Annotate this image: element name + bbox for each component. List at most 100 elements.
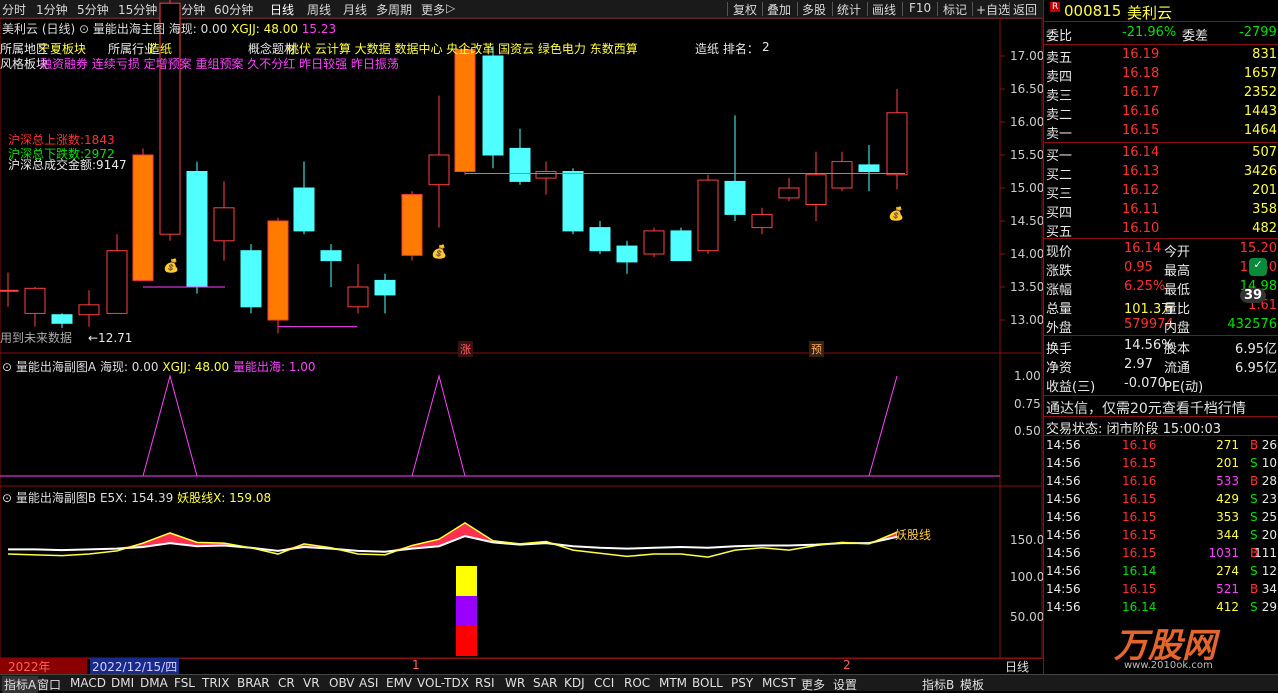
total-amount: 沪深总成交金额:9147 [8, 158, 127, 172]
y-tick: 15.00 [1010, 181, 1045, 195]
signal-peak [868, 375, 898, 477]
candle-body [724, 180, 746, 215]
y-tick: 50.00 [1010, 610, 1045, 624]
tick-price: 16.15 [1122, 510, 1157, 524]
indicator-tab[interactable]: WR [505, 676, 525, 690]
indicator-tab[interactable]: OBV [329, 676, 355, 690]
quote-value: 15.20 [1239, 241, 1277, 256]
shield-icon[interactable]: ✓ [1249, 258, 1267, 276]
ask-volume: 2352 [1243, 85, 1277, 100]
quote-value: 432576 [1227, 317, 1277, 332]
tick-count: 12 [1261, 564, 1277, 578]
candle-body [51, 314, 73, 324]
indicator-tab[interactable]: CCI [594, 676, 614, 690]
candle-body [454, 48, 476, 172]
tick-time: 14:56 [1046, 510, 1081, 524]
quote-label: 总量 [1046, 302, 1073, 317]
indicator-tab[interactable]: 指标B [922, 676, 954, 693]
candle-body [616, 245, 638, 263]
indicator-tab[interactable]: CR [278, 676, 295, 690]
candle-body [670, 230, 692, 262]
tick-volume: 353 [1216, 510, 1239, 524]
tick-time: 14:56 [1046, 438, 1081, 452]
quote-value: -0.070 [1124, 376, 1166, 391]
quote-value: 6.95亿 [1235, 361, 1277, 376]
chart-frame [0, 17, 1043, 659]
indicator-tab[interactable]: ROC [624, 676, 650, 690]
main-xgjj: XGJJ: 48.00 [231, 22, 298, 36]
quote-label: 换手 [1046, 342, 1073, 357]
ad-banner[interactable]: 通达信，仅需20元查看千档行情 [1046, 398, 1246, 418]
collapse-icon[interactable]: ⊙ [2, 360, 12, 374]
ask-price: 16.15 [1122, 123, 1160, 138]
tick-time: 14:56 [1046, 474, 1081, 488]
bid-price: 16.13 [1122, 164, 1160, 179]
indicator-tab[interactable]: BOLL [692, 676, 723, 690]
indicator-tab[interactable]: DMA [140, 676, 168, 690]
y-tick: 14.50 [1010, 214, 1045, 228]
indicator-tab[interactable]: 模板 [960, 676, 984, 693]
indicator-tab[interactable]: PSY [731, 676, 753, 690]
tick-volume: 274 [1216, 564, 1239, 578]
main-indicator-name[interactable]: 量能出海主图 [93, 22, 165, 36]
bid-label: 买三 [1046, 187, 1073, 202]
ask-price: 16.17 [1122, 85, 1160, 100]
indicator-tab[interactable]: MCST [762, 676, 796, 690]
indicator-tab[interactable]: RSI [475, 676, 495, 690]
tick-count: 26 [1261, 438, 1277, 452]
signal-peak [411, 374, 466, 477]
tick-count: 20 [1261, 528, 1277, 542]
indicator-tab[interactable]: DMI [111, 676, 134, 690]
collapse-icon[interactable]: ⊙ [79, 22, 89, 36]
ask-price: 16.18 [1122, 66, 1160, 81]
ask-volume: 1443 [1243, 104, 1277, 119]
future-data-label: 用到未来数据 [0, 331, 73, 345]
indicator-tab[interactable]: VR [303, 676, 320, 690]
collapse-icon[interactable]: ⊙ [2, 491, 12, 505]
indicator-tab[interactable]: TRIX [202, 676, 229, 690]
rise-marker: 涨 [458, 341, 473, 357]
ask-label: 卖二 [1046, 108, 1073, 123]
tick-side: S [1250, 510, 1258, 524]
indicator-tab[interactable]: 设置 [833, 676, 857, 693]
candle-body [106, 250, 128, 314]
tick-price: 16.14 [1122, 564, 1157, 578]
indicator-tab[interactable]: VOL-TDX [417, 676, 469, 690]
weicha-label: 委差 [1182, 29, 1209, 44]
tick-price: 16.15 [1122, 582, 1157, 596]
indicator-tab[interactable]: EMV [386, 676, 412, 690]
candle-body [24, 287, 46, 314]
indicator-tab[interactable]: 更多 [801, 676, 825, 693]
tick-price: 16.16 [1122, 438, 1157, 452]
tick-price: 16.15 [1122, 546, 1157, 560]
indicator-tab[interactable]: FSL [174, 676, 195, 690]
quote-value: 0.95 [1124, 260, 1153, 275]
y-tick: 100.0 [1010, 570, 1045, 584]
indicator-tab[interactable]: MACD [70, 676, 106, 690]
month-2-label: 2 [843, 658, 851, 672]
y-tick: 0.50 [1014, 424, 1041, 438]
notification-bubble[interactable]: 39 [1240, 288, 1267, 303]
indicator-tab[interactable]: 指标A [2, 676, 39, 693]
rank-value: 2 [762, 40, 770, 54]
indicator-tab[interactable]: BRAR [237, 676, 270, 690]
webi-value: -21.96% [1122, 25, 1177, 40]
quote-label: PE(动) [1164, 380, 1204, 395]
bid-price: 16.14 [1122, 145, 1160, 160]
tick-side: S [1250, 456, 1258, 470]
indicator-tab[interactable]: SAR [533, 676, 557, 690]
ask-price: 16.16 [1122, 104, 1160, 119]
tick-volume: 429 [1216, 492, 1239, 506]
indicator-tab[interactable]: KDJ [564, 676, 585, 690]
money-bag-icon: 💰 [163, 259, 180, 274]
ask-label: 卖三 [1046, 89, 1073, 104]
quote-value: 6.95亿 [1235, 342, 1277, 357]
indicator-tab[interactable]: MTM [659, 676, 687, 690]
sub-a-name[interactable]: 量能出海副图A [16, 360, 96, 374]
kline-chart[interactable] [0, 0, 1043, 674]
month-1-label: 1 [412, 658, 420, 672]
indicator-tab[interactable]: 窗口 [37, 676, 61, 693]
sub-b-name[interactable]: 量能出海副图B [16, 491, 96, 505]
indicator-tab[interactable]: ASI [359, 676, 378, 690]
quote-label: 流通 [1164, 361, 1191, 376]
